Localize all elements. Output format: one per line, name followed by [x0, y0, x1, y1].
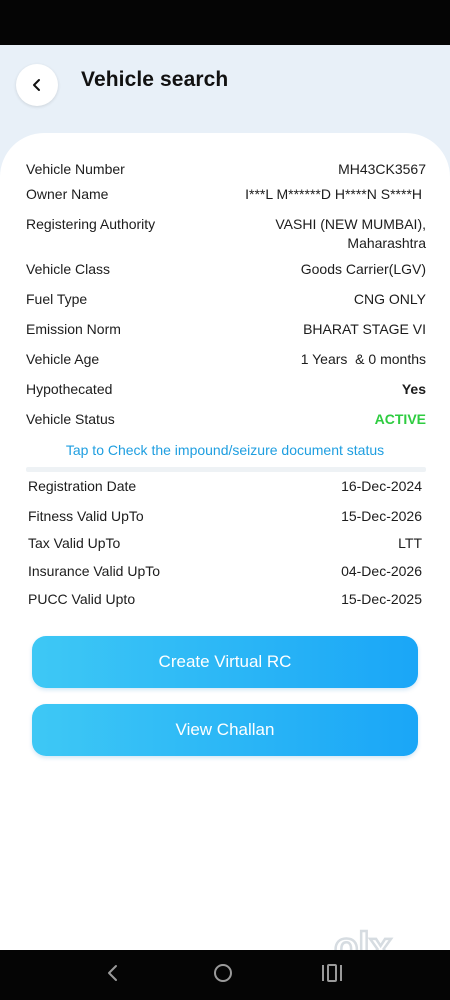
- detail-value: I***L M******D H****N S****H: [245, 186, 422, 202]
- page-title: Vehicle search: [81, 68, 229, 91]
- validity-label: PUCC Valid Upto: [28, 591, 136, 607]
- detail-row-vehicle-status: Vehicle Status ACTIVE: [26, 410, 426, 429]
- validity-row-fitness: Fitness Valid UpTo 15-Dec-2026: [28, 507, 422, 526]
- validity-row-pucc: PUCC Valid Upto 15-Dec-2025: [28, 590, 422, 609]
- validity-label: Tax Valid UpTo: [28, 535, 121, 551]
- validity-value: 04-Dec-2026: [341, 563, 422, 579]
- validity-label: Registration Date: [28, 478, 137, 494]
- nav-back-icon[interactable]: [103, 961, 123, 985]
- detail-value: Goods Carrier(LGV): [300, 261, 426, 277]
- detail-row-vehicle-age: Vehicle Age 1 Years & 0 months: [26, 350, 426, 369]
- detail-label: Hypothecated: [26, 381, 113, 397]
- nav-recent-apps-icon[interactable]: [321, 962, 343, 984]
- create-virtual-rc-button[interactable]: Create Virtual RC: [32, 636, 418, 688]
- nav-home-icon[interactable]: [214, 964, 232, 982]
- status-badge: ACTIVE: [374, 411, 426, 427]
- detail-label: Emission Norm: [26, 321, 121, 337]
- detail-value-line: Maharashtra: [347, 235, 426, 251]
- section-divider: [26, 467, 426, 472]
- detail-value: VASHI (NEW MUMBAI), Maharashtra: [275, 215, 426, 253]
- validity-label: Insurance Valid UpTo: [28, 563, 161, 579]
- detail-label: Vehicle Number: [26, 161, 125, 177]
- detail-row-emission-norm: Emission Norm BHARAT STAGE VI: [26, 320, 426, 339]
- detail-row-hypothecated: Hypothecated Yes: [26, 380, 426, 399]
- validity-value: 15-Dec-2025: [341, 591, 422, 607]
- detail-label: Registering Authority: [26, 216, 156, 232]
- validity-row-tax: Tax Valid UpTo LTT: [28, 534, 422, 553]
- detail-label: Owner Name: [26, 186, 109, 202]
- validity-value: LTT: [398, 535, 422, 551]
- detail-label: Fuel Type: [26, 291, 88, 307]
- chevron-left-icon: [33, 79, 40, 91]
- detail-value: CNG ONLY: [353, 291, 426, 307]
- detail-value: Yes: [401, 381, 426, 397]
- detail-row-registering-authority: Registering Authority VASHI (NEW MUMBAI)…: [26, 215, 426, 253]
- view-challan-button[interactable]: View Challan: [32, 704, 418, 756]
- detail-label: Vehicle Class: [26, 261, 111, 277]
- validity-value: 15-Dec-2026: [341, 508, 422, 524]
- detail-label: Vehicle Age: [26, 351, 100, 367]
- validity-row-registration-date: Registration Date 16-Dec-2024: [28, 477, 422, 496]
- detail-row-fuel-type: Fuel Type CNG ONLY: [26, 290, 426, 309]
- validity-value: 16-Dec-2024: [341, 478, 422, 494]
- validity-row-insurance: Insurance Valid UpTo 04-Dec-2026: [28, 562, 422, 581]
- detail-row-vehicle-number: Vehicle Number MH43CK3567: [26, 160, 426, 179]
- detail-label: Vehicle Status: [26, 411, 115, 427]
- detail-row-vehicle-class: Vehicle Class Goods Carrier(LGV): [26, 260, 426, 279]
- detail-value: BHARAT STAGE VI: [303, 321, 426, 337]
- detail-value-line: VASHI (NEW MUMBAI),: [275, 216, 426, 232]
- impound-status-link[interactable]: Tap to Check the impound/seizure documen…: [0, 442, 450, 458]
- detail-row-owner-name: Owner Name I***L M******D H****N S****H: [26, 185, 426, 204]
- back-button[interactable]: [16, 64, 58, 106]
- detail-value: MH43CK3567: [338, 161, 426, 177]
- detail-value: 1 Years & 0 months: [300, 351, 426, 367]
- validity-label: Fitness Valid UpTo: [28, 508, 144, 524]
- status-bar: [0, 0, 450, 45]
